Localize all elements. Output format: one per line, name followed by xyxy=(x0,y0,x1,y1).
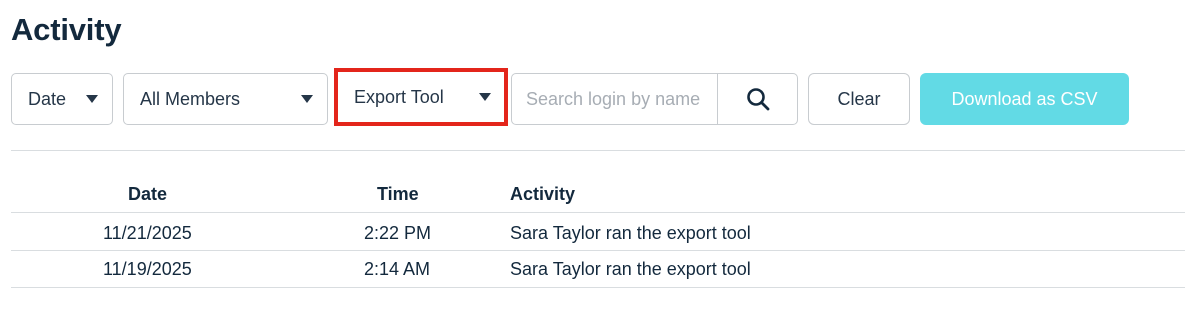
row-time: 2:22 PM xyxy=(364,223,432,243)
activity-type-filter-dropdown[interactable]: Export Tool xyxy=(334,68,508,126)
row-time: 2:14 AM xyxy=(364,259,431,279)
date-filter-label: Date xyxy=(28,88,67,109)
row-date: 11/21/2025 xyxy=(103,223,192,243)
row-date: 11/19/2025 xyxy=(103,259,192,279)
column-header-time: Time xyxy=(377,184,419,204)
divider xyxy=(11,150,1185,151)
chevron-down-icon xyxy=(301,95,313,103)
row-activity: Sara Taylor ran the export tool xyxy=(510,259,751,279)
members-filter-dropdown[interactable]: All Members xyxy=(123,73,328,125)
page-title: Activity xyxy=(11,12,122,47)
row-divider xyxy=(11,287,1185,288)
row-divider xyxy=(11,250,1185,251)
row-divider xyxy=(11,212,1185,213)
search-icon xyxy=(746,88,769,111)
activity-type-filter-label: Export Tool xyxy=(354,86,444,107)
search-button[interactable] xyxy=(717,73,798,125)
date-filter-dropdown[interactable]: Date xyxy=(11,73,113,125)
clear-button[interactable]: Clear xyxy=(808,73,910,125)
column-header-activity: Activity xyxy=(510,184,576,204)
row-activity: Sara Taylor ran the export tool xyxy=(510,223,751,243)
search-input[interactable] xyxy=(511,73,718,125)
members-filter-label: All Members xyxy=(140,88,241,109)
download-csv-button[interactable]: Download as CSV xyxy=(920,73,1129,125)
chevron-down-icon xyxy=(86,95,98,103)
column-header-date: Date xyxy=(128,184,168,204)
chevron-down-icon xyxy=(479,93,491,101)
